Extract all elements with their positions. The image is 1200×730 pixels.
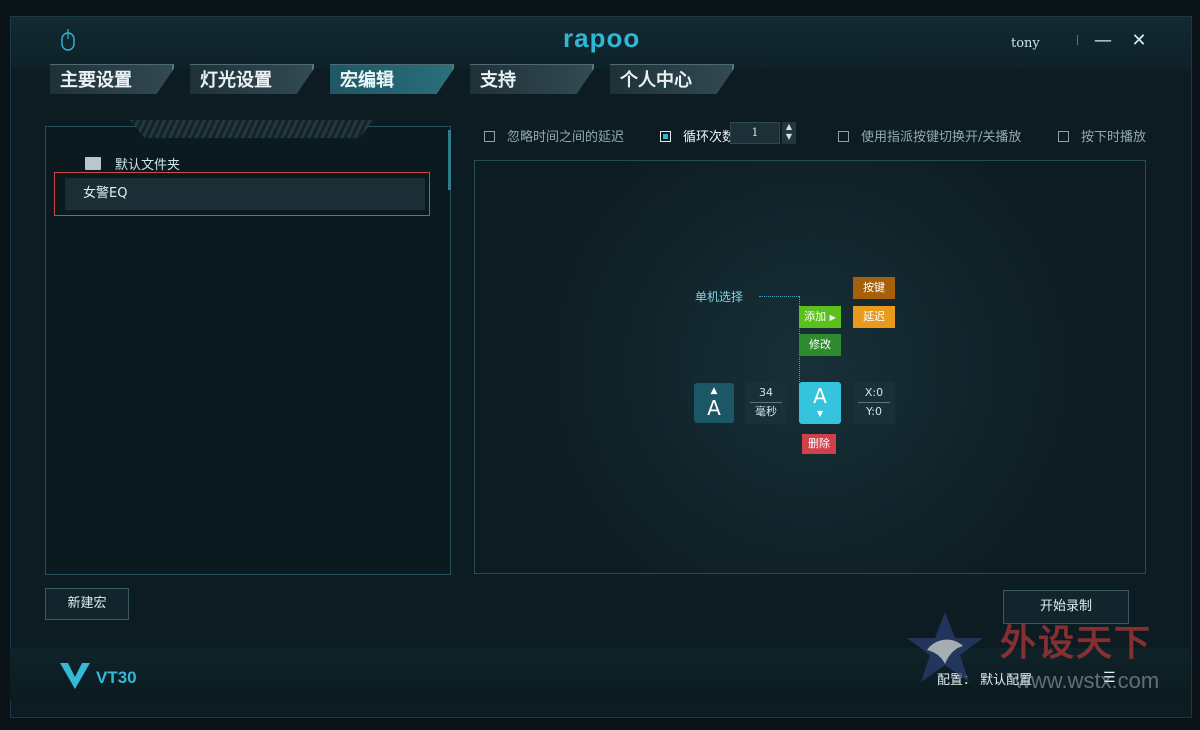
add-button[interactable]: 添加 ▶ bbox=[799, 306, 841, 328]
tab-personal-center[interactable]: 个人中心 bbox=[610, 64, 734, 94]
folder-label: 默认文件夹 bbox=[115, 158, 181, 173]
folder-icon bbox=[85, 157, 101, 170]
coord-y: Y:0 bbox=[866, 405, 882, 418]
macro-list-scrollbar[interactable] bbox=[448, 130, 451, 190]
loop-count-input[interactable]: 1 bbox=[730, 122, 780, 144]
coordinate-tile[interactable]: X:0 Y:0 bbox=[853, 382, 895, 424]
key-up-label: A bbox=[813, 384, 827, 408]
stepper-down-icon[interactable]: ▼ bbox=[786, 132, 792, 141]
mouse-icon bbox=[61, 29, 75, 51]
toggle-play-label: 使用指派按键切换开/关播放 bbox=[861, 130, 1022, 145]
minimize-button[interactable]: — bbox=[1091, 29, 1115, 53]
tab-support[interactable]: 支持 bbox=[470, 64, 594, 94]
selected-macro-highlight: 女警EQ bbox=[54, 172, 430, 216]
press-play-checkbox[interactable] bbox=[1058, 131, 1069, 142]
delay-unit: 毫秒 bbox=[755, 405, 777, 418]
ignore-delay-checkbox[interactable] bbox=[484, 131, 495, 142]
loop-count-option[interactable]: 循环次数 bbox=[660, 126, 735, 145]
delay-tile[interactable]: 34 毫秒 bbox=[745, 382, 787, 424]
ignore-delay-option[interactable]: 忽略时间之间的延迟 bbox=[484, 126, 624, 145]
press-play-option[interactable]: 按下时播放 bbox=[1058, 126, 1146, 145]
new-macro-button[interactable]: 新建宏 bbox=[45, 588, 129, 620]
toggle-play-checkbox[interactable] bbox=[838, 131, 849, 142]
loop-count-stepper[interactable]: ▲ ▼ bbox=[782, 122, 796, 144]
key-down-tile[interactable]: ▲ A bbox=[694, 383, 734, 423]
start-recording-button[interactable]: 开始录制 bbox=[1003, 590, 1129, 624]
toggle-play-option[interactable]: 使用指派按键切换开/关播放 bbox=[838, 126, 1021, 145]
tab-lighting[interactable]: 灯光设置 bbox=[190, 64, 314, 94]
device-model: VT30 bbox=[96, 668, 137, 687]
tab-main-settings[interactable]: 主要设置 bbox=[50, 64, 174, 94]
close-button[interactable]: ✕ bbox=[1127, 29, 1151, 53]
title-bar: rapoo tony — ✕ bbox=[11, 17, 1191, 69]
key-up-arrow-icon: ▼ bbox=[816, 409, 824, 418]
config-selector[interactable]: 配置： 默认配置 bbox=[937, 669, 1032, 688]
guide-line-horizontal bbox=[759, 296, 799, 298]
title-divider bbox=[1077, 35, 1078, 45]
press-play-label: 按下时播放 bbox=[1081, 130, 1147, 145]
delete-button[interactable]: 删除 bbox=[802, 434, 836, 454]
config-value: 默认配置 bbox=[980, 673, 1033, 688]
delay-value: 34 bbox=[759, 386, 773, 399]
loop-count-checkbox[interactable] bbox=[660, 131, 671, 142]
play-right-icon: ▶ bbox=[829, 313, 836, 322]
menu-icon[interactable]: ☰ bbox=[1103, 670, 1116, 686]
single-select-label: 单机选择 bbox=[695, 290, 744, 304]
username[interactable]: tony bbox=[1011, 36, 1040, 51]
ignore-delay-label: 忽略时间之间的延迟 bbox=[507, 130, 625, 145]
macro-editor-canvas[interactable]: 单机选择 添加 ▶ 修改 按键 延迟 ▲ A 34 毫秒 A ▼ X:0 Y:0… bbox=[474, 160, 1146, 574]
brand-logo: rapoo bbox=[563, 23, 641, 53]
add-label: 添加 bbox=[804, 310, 827, 323]
stepper-up-icon[interactable]: ▲ bbox=[786, 122, 792, 131]
modify-button[interactable]: 修改 bbox=[799, 334, 841, 356]
delay-button[interactable]: 延迟 bbox=[853, 306, 895, 328]
loop-count-label: 循环次数 bbox=[683, 130, 736, 145]
default-folder[interactable]: 默认文件夹 bbox=[85, 154, 180, 173]
macro-item[interactable]: 女警EQ bbox=[65, 178, 425, 210]
panel-top-trim bbox=[130, 120, 374, 138]
key-up-tile-selected[interactable]: A ▼ bbox=[799, 382, 841, 424]
key-button[interactable]: 按键 bbox=[853, 277, 895, 299]
config-label: 配置： bbox=[937, 673, 977, 688]
vt-logo-icon bbox=[60, 663, 90, 689]
coord-x: X:0 bbox=[864, 386, 884, 399]
tab-macro-edit[interactable]: 宏编辑 bbox=[330, 64, 454, 94]
key-down-label: A bbox=[707, 396, 721, 420]
